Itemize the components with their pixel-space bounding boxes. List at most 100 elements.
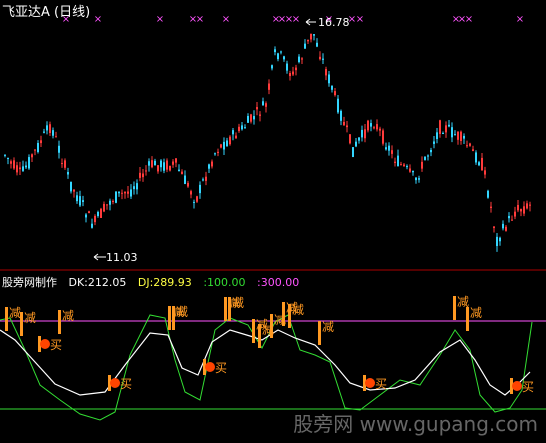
- candle-body: [121, 192, 123, 194]
- candle-body: [370, 123, 372, 127]
- candle-body: [448, 124, 450, 127]
- candle-body: [46, 125, 48, 131]
- candle-body: [358, 137, 360, 141]
- candle-body: [184, 175, 186, 184]
- candle-body: [208, 164, 210, 169]
- candle-body: [379, 128, 381, 131]
- candle-body: [436, 132, 438, 140]
- reduce-signal-label: 减: [24, 311, 36, 325]
- candle-body: [106, 204, 108, 206]
- candle-body: [205, 176, 207, 181]
- candle-body: [175, 158, 177, 163]
- candle-body: [226, 140, 228, 147]
- candle-body: [193, 201, 195, 203]
- candle-body: [328, 74, 330, 84]
- candle-body: [160, 160, 162, 168]
- watermark: 股旁网 www.gupang.com: [293, 412, 538, 436]
- candle-body: [391, 150, 393, 154]
- candle-body: [64, 160, 66, 168]
- signal-marker: ×: [222, 14, 230, 25]
- level-300-value: :300.00: [257, 276, 300, 289]
- candle-body: [202, 179, 204, 181]
- buy-dot: [365, 378, 375, 388]
- candle-body: [478, 162, 480, 166]
- reduce-bar: [282, 302, 285, 326]
- candle-body: [157, 165, 159, 172]
- candle-body: [505, 226, 507, 231]
- candle-body: [235, 135, 237, 139]
- reduce-bar: [168, 306, 171, 330]
- candle-body: [40, 140, 42, 144]
- candle-body: [91, 223, 93, 228]
- candle-body: [451, 127, 453, 138]
- candle-body: [319, 56, 321, 60]
- candle-body: [232, 130, 234, 135]
- candle-body: [178, 169, 180, 171]
- candle-body: [151, 160, 153, 168]
- reduce-bar: [270, 314, 273, 338]
- candle-body: [109, 200, 111, 205]
- indicator-name: 股旁网制作: [2, 276, 57, 289]
- candle-body: [490, 206, 492, 208]
- candle-body: [49, 124, 51, 134]
- candle-body: [364, 129, 366, 139]
- candle-body: [517, 204, 519, 211]
- candle-body: [520, 209, 522, 212]
- candle-body: [466, 145, 468, 147]
- candle-body: [388, 145, 390, 151]
- candle-body: [139, 172, 141, 178]
- candle-body: [28, 157, 30, 169]
- reduce-bar: [288, 304, 291, 328]
- buy-signal-label: 买: [50, 338, 62, 352]
- candle-body: [376, 124, 378, 130]
- candle-body: [421, 161, 423, 169]
- candle-body: [163, 162, 165, 171]
- candle-body: [13, 160, 15, 169]
- signal-marker: ×: [196, 14, 204, 25]
- candle-body: [400, 164, 402, 166]
- reduce-bar: [228, 297, 231, 321]
- candle-body: [220, 144, 222, 148]
- candle-body: [445, 125, 447, 133]
- candle-body: [295, 67, 297, 71]
- buy-signal-label: 买: [375, 377, 387, 391]
- candle-body: [211, 161, 213, 167]
- reduce-signal-label: 减: [9, 306, 21, 320]
- candle-body: [94, 215, 96, 223]
- buy-dot: [512, 381, 522, 391]
- candle-body: [58, 145, 60, 153]
- candle-body: [250, 114, 252, 122]
- candle-body: [214, 153, 216, 155]
- candle-body: [373, 127, 375, 129]
- kline-chart[interactable]: × × × ×× × ×××× × × × ××× ×16.7811.03减减减减减减减减减减减减减…: [0, 0, 546, 443]
- candle-body: [475, 152, 477, 163]
- candle-body: [256, 107, 258, 110]
- candle-body: [268, 83, 270, 90]
- reduce-bar: [252, 319, 255, 343]
- reduce-signal-label: 减: [470, 306, 482, 320]
- candle-body: [313, 34, 315, 36]
- signal-marker: ×: [94, 14, 102, 25]
- reduce-bar: [318, 321, 321, 345]
- buy-signal-label: 买: [215, 361, 227, 375]
- candle-body: [124, 191, 126, 194]
- candle-body: [88, 211, 90, 214]
- high-price-label: 16.78: [318, 16, 350, 29]
- candle-body: [304, 43, 306, 49]
- candle-body: [325, 69, 327, 76]
- candle-body: [526, 203, 528, 209]
- candle-body: [361, 129, 363, 138]
- candle-body: [334, 91, 336, 96]
- candle-body: [280, 51, 282, 53]
- reduce-bar: [5, 307, 8, 331]
- reduce-signal-label: 减: [457, 295, 469, 309]
- candle-body: [418, 178, 420, 180]
- signal-marker: ×: [356, 14, 364, 25]
- candle-body: [367, 120, 369, 131]
- candle-body: [283, 56, 285, 60]
- candle-body: [199, 184, 201, 194]
- candle-body: [442, 133, 444, 135]
- candle-body: [511, 219, 513, 221]
- candle-body: [76, 195, 78, 202]
- candle-body: [229, 136, 231, 145]
